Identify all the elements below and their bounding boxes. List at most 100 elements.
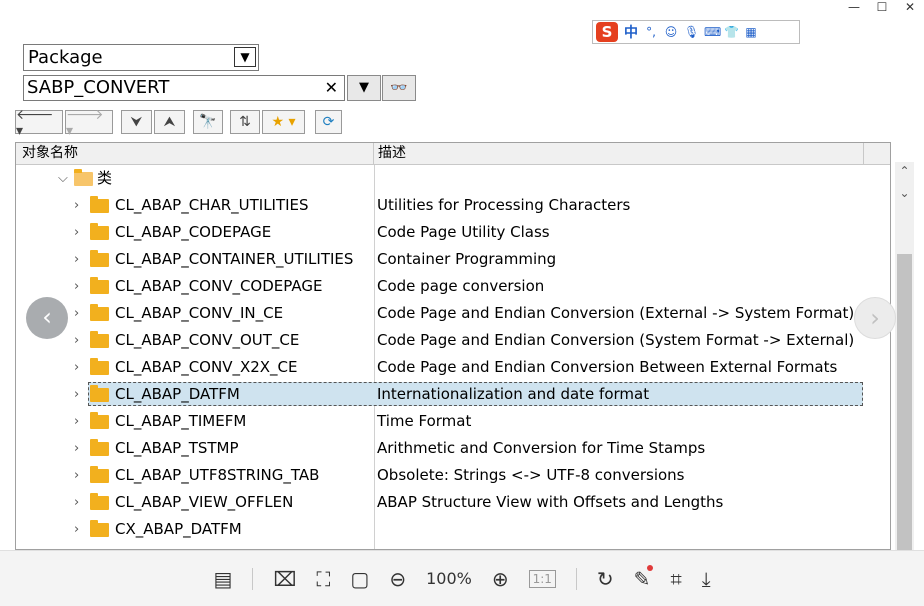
next-image-button[interactable]: ›: [854, 297, 896, 339]
download-icon[interactable]: ⤓: [702, 567, 711, 591]
divider: [252, 567, 254, 590]
forward-button[interactable]: 🡒 ▾: [65, 107, 113, 139]
scroll-down-icon[interactable]: ⌄: [895, 186, 914, 200]
tree-row[interactable]: › CL_ABAP_CHAR_UTILITIES Utilities for P…: [16, 192, 890, 219]
maximize-button[interactable]: ☐: [868, 0, 896, 14]
vertical-scrollbar[interactable]: ⌃ ⌄: [895, 162, 914, 550]
object-tree: 对象名称 描述 ⌵ 类 › CL_ABAP_CHAR_UTILITIES Uti…: [15, 142, 891, 550]
tree-group-classes[interactable]: ⌵ 类: [16, 165, 890, 192]
clear-icon[interactable]: ✕: [325, 76, 338, 100]
zoom-out-icon[interactable]: ⊖: [389, 567, 406, 591]
mic-icon[interactable]: 🎙: [684, 25, 699, 39]
tree-row[interactable]: › CX_ABAP_DATFM: [16, 516, 890, 543]
tree-header: 对象名称 描述: [16, 143, 890, 165]
folder-icon: [90, 196, 109, 213]
refresh-button[interactable]: ⟳: [315, 110, 342, 134]
object-type-value: Package: [28, 47, 103, 68]
tree-row-selected[interactable]: › CL_ABAP_DATFM Internationalization and…: [16, 381, 890, 408]
chevron-down-icon[interactable]: ⌵: [58, 165, 68, 192]
text-extract-icon[interactable]: ⌧: [273, 567, 296, 591]
folder-icon: [90, 385, 109, 402]
find-button[interactable]: 🔭: [193, 110, 223, 134]
chevron-right-icon[interactable]: ›: [74, 219, 79, 246]
folder-icon: [90, 304, 109, 321]
tree-row[interactable]: › CL_ABAP_CONTAINER_UTILITIES Container …: [16, 246, 890, 273]
chevron-right-icon[interactable]: ›: [74, 489, 79, 516]
scrollbar-thumb[interactable]: [897, 254, 912, 550]
tree-row[interactable]: › CL_ABAP_CONV_CODEPAGE Code page conver…: [16, 273, 890, 300]
zoom-in-icon[interactable]: ⊕: [492, 567, 509, 591]
edit-icon[interactable]: ✎: [634, 564, 654, 591]
folder-icon: [90, 223, 109, 240]
thumbnails-icon[interactable]: ▤: [213, 567, 232, 591]
folder-icon: [90, 466, 109, 483]
ime-logo[interactable]: S: [596, 22, 618, 42]
open-folder-icon: [74, 169, 93, 186]
object-type-select[interactable]: Package ▼: [23, 44, 259, 71]
chevron-right-icon[interactable]: ›: [74, 192, 79, 219]
object-name: CL_ABAP_CONV_CODEPAGE: [115, 277, 323, 295]
object-name: CX_ABAP_DATFM: [115, 520, 242, 538]
folder-icon: [90, 250, 109, 267]
grid-icon[interactable]: ▦: [744, 25, 758, 39]
object-name: CL_ABAP_TIMEFM: [115, 412, 247, 430]
ime-lang-toggle[interactable]: 中: [624, 22, 638, 42]
object-name: CL_ABAP_TSTMP: [115, 439, 239, 457]
tree-row[interactable]: › CL_ABAP_TSTMP Arithmetic and Conversio…: [16, 435, 890, 462]
translate-icon[interactable]: ⛶: [316, 567, 330, 591]
favorites-button[interactable]: ★ ▾: [262, 110, 305, 134]
scroll-up-icon[interactable]: ⌃: [895, 164, 914, 178]
collapse-all-button[interactable]: ⮝: [154, 110, 185, 134]
object-name: CL_ABAP_CONV_X2X_CE: [115, 358, 298, 376]
object-description: Arithmetic and Conversion for Time Stamp…: [377, 439, 706, 457]
column-header-name[interactable]: 对象名称: [16, 143, 374, 164]
previous-image-button[interactable]: ‹: [26, 297, 68, 339]
smile-icon[interactable]: ☺: [664, 25, 678, 39]
tree-row[interactable]: › CL_ABAP_UTF8STRING_TAB Obsolete: Strin…: [16, 462, 890, 489]
minimize-button[interactable]: —: [840, 0, 868, 14]
chevron-right-icon[interactable]: ›: [74, 435, 79, 462]
tree-row[interactable]: › CL_ABAP_CONV_X2X_CE Code Page and Endi…: [16, 354, 890, 381]
object-description: Utilities for Processing Characters: [377, 196, 631, 214]
actual-size-button[interactable]: 1:1: [528, 569, 556, 588]
display-glasses-button[interactable]: 👓: [382, 75, 416, 101]
chevron-right-icon[interactable]: ›: [74, 462, 79, 489]
close-window-button[interactable]: ✕: [896, 0, 924, 14]
tree-row[interactable]: › CL_ABAP_TIMEFM Time Format: [16, 408, 890, 435]
history-dropdown-button[interactable]: ▼: [347, 75, 381, 101]
chevron-right-icon[interactable]: ›: [74, 408, 79, 435]
back-button[interactable]: 🡐 ▾: [15, 107, 63, 139]
object-name-input[interactable]: SABP_CONVERT ✕: [23, 75, 345, 101]
column-header-description[interactable]: 描述: [374, 143, 864, 164]
group-label: 类: [97, 169, 113, 187]
object-name: CL_ABAP_CODEPAGE: [115, 223, 272, 241]
expand-all-button[interactable]: ⮟: [121, 110, 152, 134]
rotate-icon[interactable]: ↻: [597, 567, 614, 591]
chevron-down-icon[interactable]: ▼: [234, 47, 256, 67]
chevron-right-icon[interactable]: ›: [74, 327, 79, 354]
chevron-right-icon[interactable]: ›: [74, 246, 79, 273]
object-name-value: SABP_CONVERT: [27, 77, 170, 98]
tree-row[interactable]: › CL_ABAP_CONV_IN_CE Code Page and Endia…: [16, 300, 890, 327]
window-controls: — ☐ ✕: [840, 0, 924, 14]
chevron-right-icon[interactable]: ›: [74, 273, 79, 300]
object-name: CL_ABAP_CONV_IN_CE: [115, 304, 284, 322]
tree-row[interactable]: › CL_ABAP_CODEPAGE Code Page Utility Cla…: [16, 219, 890, 246]
object-description: ABAP Structure View with Offsets and Len…: [377, 493, 724, 511]
object-name: CL_ABAP_CHAR_UTILITIES: [115, 196, 309, 214]
crop-icon[interactable]: ⌗: [670, 567, 681, 591]
fit-screen-icon[interactable]: ▢: [350, 567, 369, 591]
chevron-right-icon[interactable]: ›: [74, 300, 79, 327]
ime-punct-toggle[interactable]: °,: [644, 25, 658, 39]
chevron-right-icon[interactable]: ›: [74, 516, 79, 543]
tree-row[interactable]: › CL_ABAP_CONV_OUT_CE Code Page and Endi…: [16, 327, 890, 354]
chevron-right-icon[interactable]: ›: [74, 354, 79, 381]
keyboard-icon[interactable]: ⌨: [704, 25, 721, 39]
object-description: Code Page and Endian Conversion (System …: [377, 331, 855, 349]
viewer-toolbar: ▤ ⌧ ⛶ ▢ ⊖ 100% ⊕ 1:1 ↻ ✎ ⌗ ⤓: [0, 550, 924, 606]
tree-row[interactable]: › CL_ABAP_VIEW_OFFLEN ABAP Structure Vie…: [16, 489, 890, 516]
hierarchy-button[interactable]: ⇅: [230, 110, 260, 134]
shirt-icon[interactable]: 👕: [724, 25, 739, 39]
chevron-right-icon[interactable]: ›: [74, 381, 79, 408]
folder-icon: [90, 358, 109, 375]
